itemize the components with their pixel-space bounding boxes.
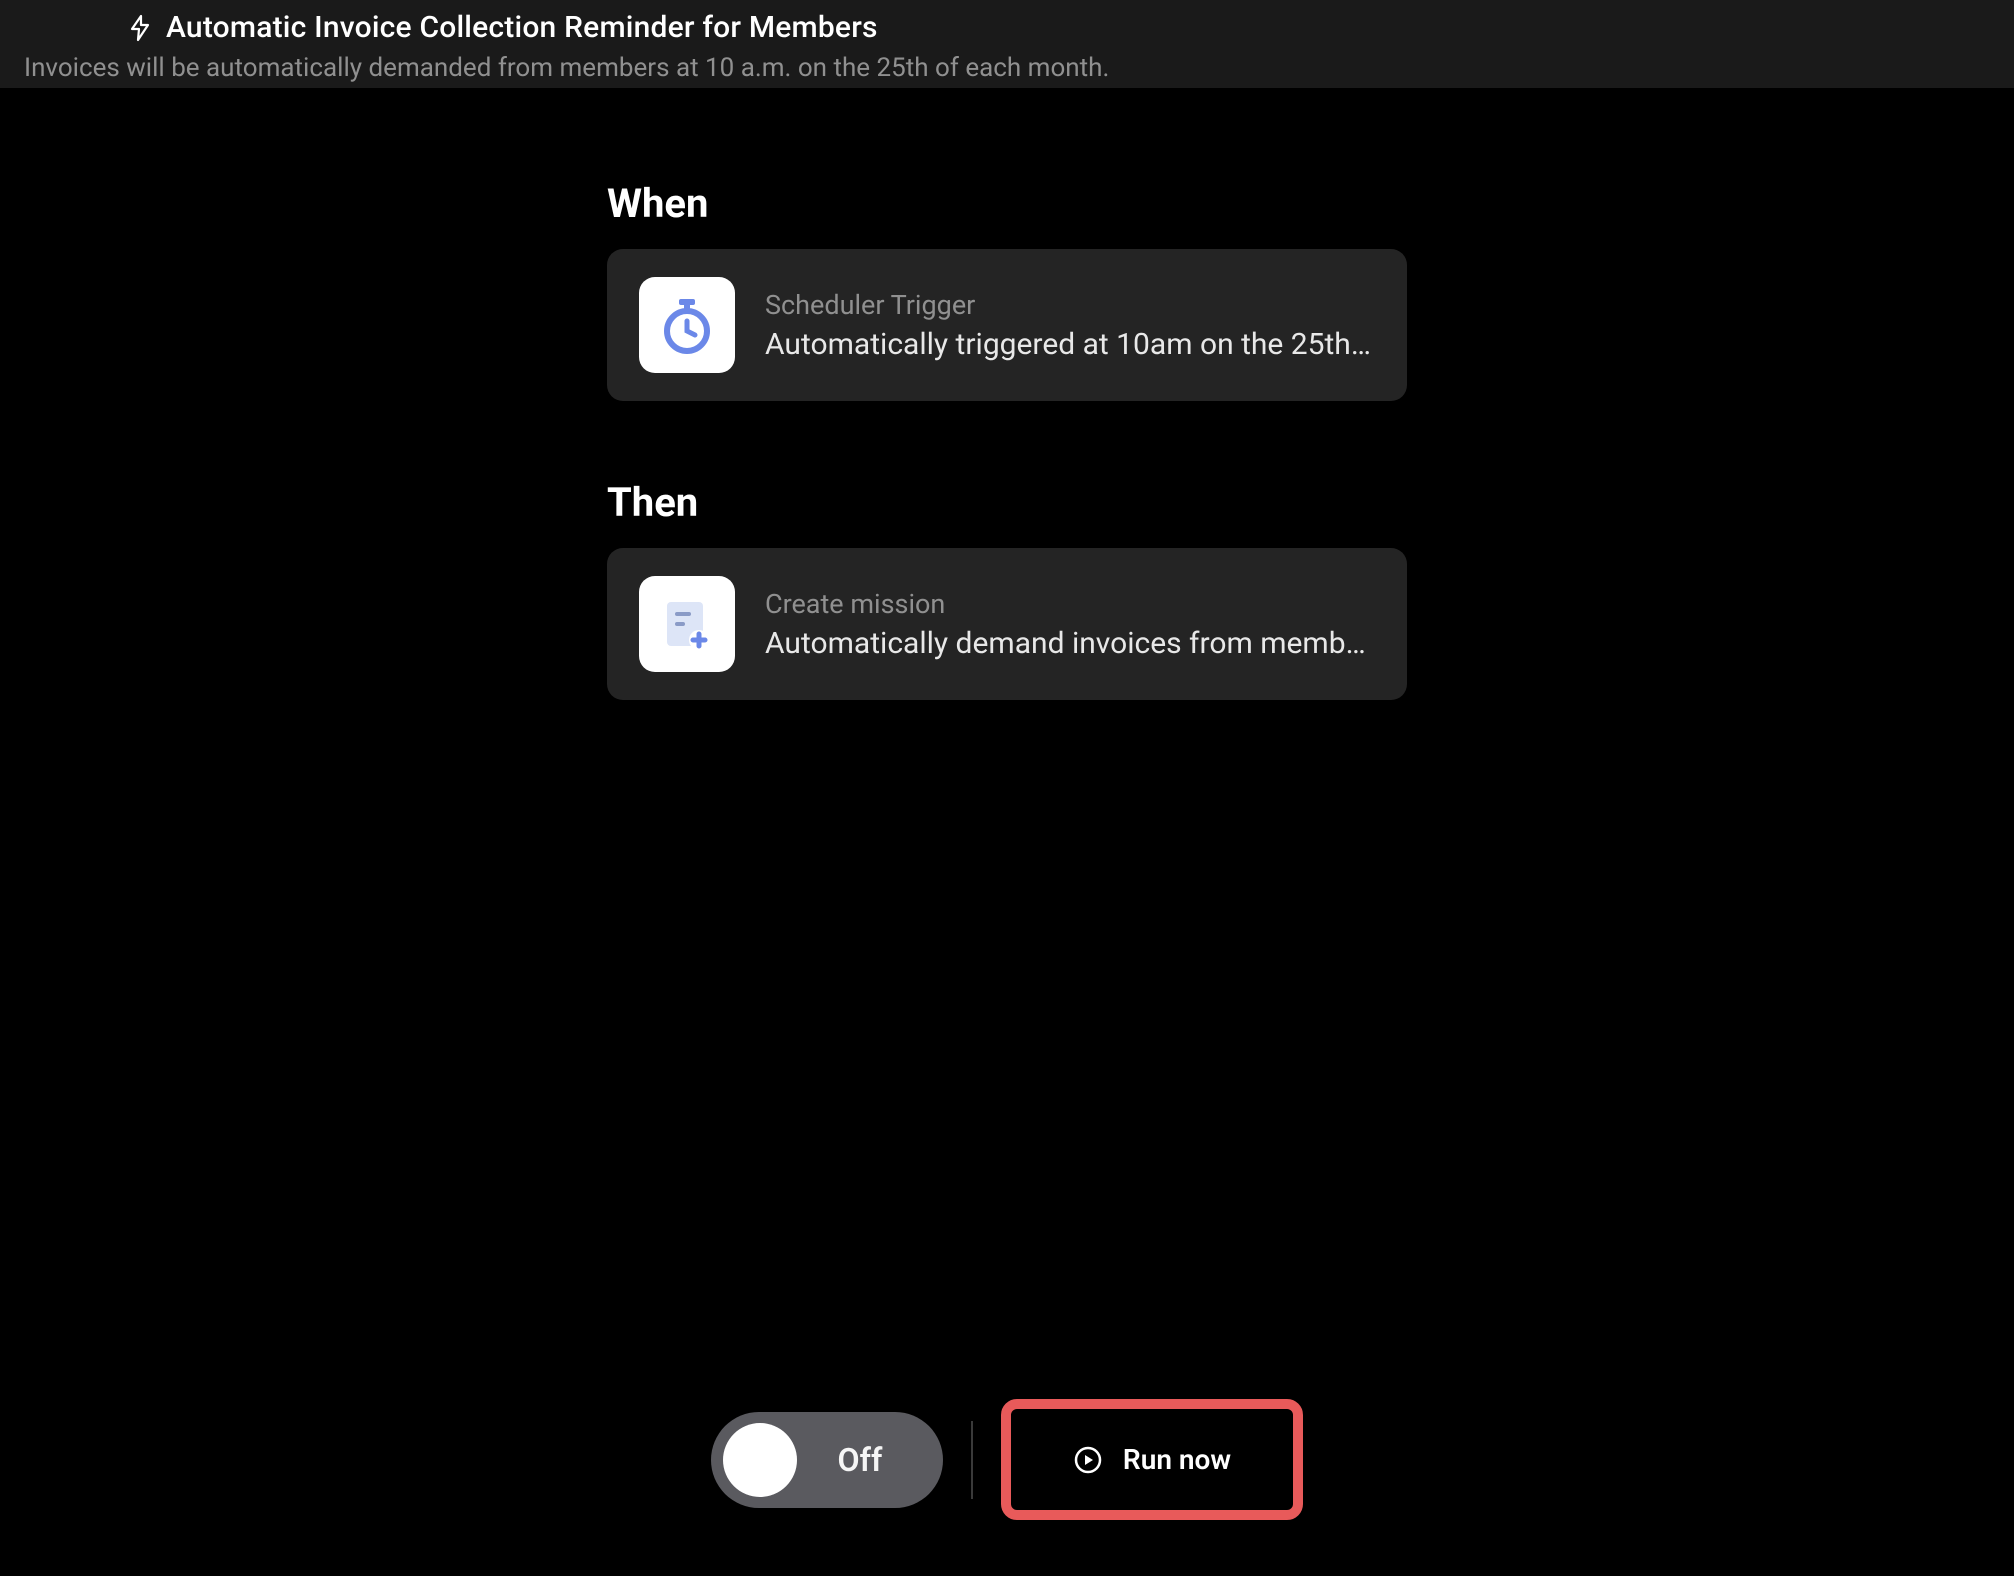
lightning-icon — [128, 14, 152, 42]
toggle-label: Off — [797, 1441, 931, 1479]
vertical-divider — [971, 1421, 973, 1499]
content-area: When Scheduler Trigger Automatically tri… — [0, 88, 2014, 700]
run-now-highlight: Run now — [1001, 1399, 1303, 1520]
trigger-label: Scheduler Trigger — [765, 289, 1375, 321]
then-title: Then — [607, 479, 1407, 526]
page-description: Invoices will be automatically demanded … — [24, 53, 1990, 83]
when-title: When — [607, 180, 1407, 227]
run-now-label: Run now — [1123, 1443, 1231, 1476]
action-card[interactable]: Create mission Automatically demand invo… — [607, 548, 1407, 700]
page-title: Automatic Invoice Collection Reminder fo… — [166, 10, 878, 45]
toggle-knob — [723, 1423, 797, 1497]
when-section: When Scheduler Trigger Automatically tri… — [607, 180, 1407, 401]
enable-toggle[interactable]: Off — [711, 1412, 943, 1508]
trigger-card[interactable]: Scheduler Trigger Automatically triggere… — [607, 249, 1407, 401]
trigger-description: Automatically triggered at 10am on the 2… — [765, 327, 1375, 362]
page-header: Automatic Invoice Collection Reminder fo… — [0, 0, 2014, 88]
action-description: Automatically demand invoices from membe… — [765, 626, 1375, 661]
footer-controls: Off Run now — [0, 1399, 2014, 1520]
run-now-button[interactable]: Run now — [1021, 1419, 1283, 1500]
action-label: Create mission — [765, 588, 1375, 620]
document-plus-icon — [639, 576, 735, 672]
play-circle-icon — [1073, 1445, 1103, 1475]
stopwatch-icon — [639, 277, 735, 373]
then-section: Then Create mission Automatically demand… — [607, 479, 1407, 700]
